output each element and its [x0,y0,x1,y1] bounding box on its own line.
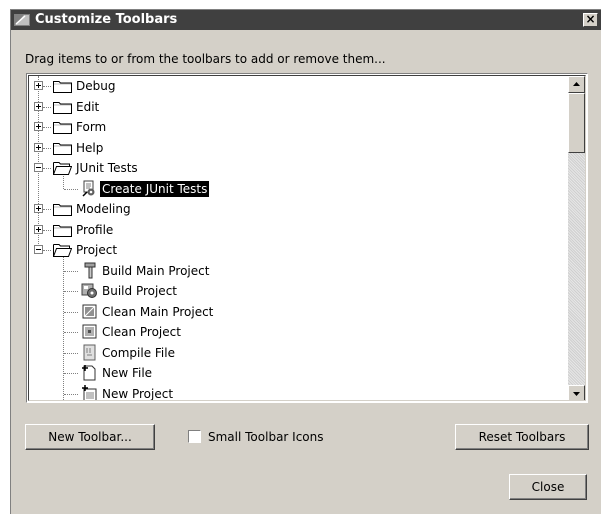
small-toolbar-icons-checkbox[interactable] [188,430,201,443]
tree-item-junit-tests[interactable]: JUnit Tests [29,158,569,178]
junit-test-icon [81,180,98,197]
clean-project-icon [81,323,98,340]
tree-item-compile-file[interactable]: Compile File [29,343,569,363]
tree-item-new-project[interactable]: New Project [29,384,569,401]
tree-item-project[interactable]: Project [29,240,569,260]
tree-item-clean-project[interactable]: Clean Project [29,322,569,342]
tree-guide-line [43,127,51,128]
expand-icon[interactable] [34,81,43,90]
scroll-down-button[interactable] [568,385,585,400]
folder-icon [53,223,72,237]
tree-guide-line [43,209,51,210]
tree-item-build-main-project[interactable]: Build Main Project [29,261,569,281]
tree-item-label: Build Main Project [102,263,210,278]
tree-item-profile[interactable]: Profile [29,220,569,240]
tree-item-label: New Project [102,386,174,401]
new-project-icon [81,384,98,400]
tree-guide-line [64,270,78,272]
vertical-scrollbar[interactable] [568,76,585,400]
customize-toolbars-dialog: Customize Toolbars × Drag items to or fr… [10,9,601,514]
folder-icon [53,120,72,134]
app-icon [14,14,30,26]
toolbar-items-tree-panel: Debug Edit Form Help JUnit Tests Create JUnit… [26,73,588,403]
folder-icon [53,100,72,114]
tree-item-label: New File [102,366,153,380]
folder-open-icon [53,243,73,257]
expand-icon[interactable] [34,142,43,152]
collapse-icon[interactable] [34,163,43,172]
window-title: Customize Toolbars [35,12,178,27]
instruction-text: Drag items to or from the toolbars to ad… [25,52,386,66]
tree-item-debug[interactable]: Debug [29,76,569,96]
tree-guide-line [64,352,78,354]
expand-icon[interactable] [34,224,43,234]
tree-item-label: JUnit Tests [76,161,138,175]
tree-item-label: Clean Project [102,325,181,339]
folder-icon [53,79,72,93]
folder-open-icon [53,161,73,175]
tree-item-form[interactable]: Form [29,117,569,137]
tree-item-clean-main-project[interactable]: Clean Main Project [29,302,569,322]
tree-item-label: Edit [76,99,100,114]
tree-guide-line [43,86,51,87]
scrollbar-thumb[interactable] [568,93,585,153]
tree-guide-line [64,332,78,333]
expand-icon[interactable] [34,204,43,213]
tree-item-label: Build Project [102,284,177,298]
tree-item-new-file[interactable]: New File [29,363,569,383]
tree-guide-line [43,147,51,149]
title-bar[interactable]: Customize Toolbars × [11,10,601,30]
arrow-down-icon [573,392,580,396]
new-file-icon [81,364,98,381]
reset-toolbars-button[interactable]: Reset Toolbars [455,424,589,450]
tree-item-label: Modeling [76,202,131,216]
close-window-button[interactable]: × [583,13,598,27]
folder-icon [53,202,72,216]
new-toolbar-button[interactable]: New Toolbar... [25,424,155,450]
tree-guide-line [64,188,78,190]
small-toolbar-icons-label: Small Toolbar Icons [208,430,324,444]
tree-item-label: Clean Main Project [102,304,214,319]
tree-item-create-junit-tests[interactable]: Create JUnit Tests [29,179,569,199]
tree-guide-line [64,311,78,313]
close-icon: × [585,12,596,26]
expand-icon[interactable] [34,101,43,111]
clean-main-project-icon [81,303,98,320]
tree-item-label: Project [76,243,118,257]
tree-guide-line [43,229,51,231]
toolbar-items-tree[interactable]: Debug Edit Form Help JUnit Tests Create JUnit… [29,76,569,401]
expand-icon[interactable] [34,122,43,131]
tree-item-edit[interactable]: Edit [29,97,569,117]
folder-icon [53,141,72,155]
compile-file-icon [81,344,98,361]
build-project-icon [81,282,98,299]
tree-item-label: Form [76,120,107,134]
tree-guide-line [43,106,51,108]
tree-item-label: Create JUnit Tests [100,180,210,197]
tree-guide-line [64,373,78,374]
collapse-icon[interactable] [34,245,43,254]
close-button[interactable]: Close [509,474,587,500]
hammer-icon [81,262,98,279]
tree-item-label: Debug [76,79,116,93]
tree-guide-line [43,168,51,169]
scroll-up-button[interactable] [568,76,585,93]
tree-item-build-project[interactable]: Build Project [29,281,569,301]
tree-item-help[interactable]: Help [29,138,569,158]
tree-guide-line [64,393,78,395]
tree-item-label: Compile File [102,345,175,360]
tree-item-modeling[interactable]: Modeling [29,199,569,219]
tree-guide-line [64,291,78,292]
arrow-up-icon [573,82,580,86]
tree-guide-line [43,250,51,251]
tree-item-label: Profile [76,222,114,237]
tree-item-label: Help [76,140,104,155]
